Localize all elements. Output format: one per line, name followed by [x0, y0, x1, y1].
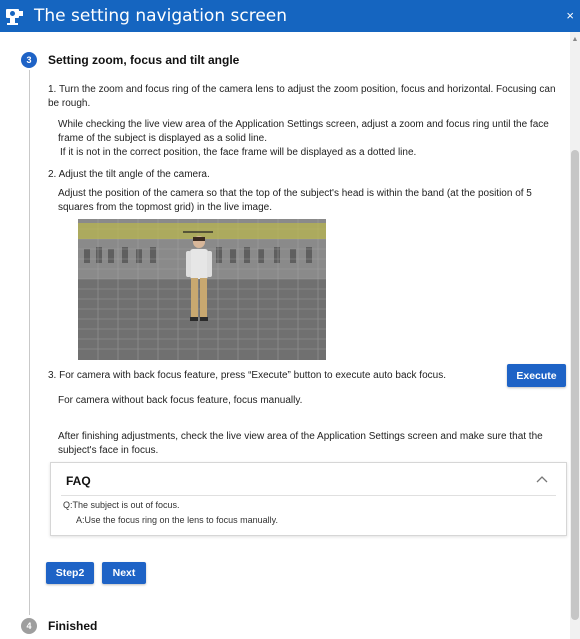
instruction-item-3-note: For camera without back focus feature, f…	[58, 395, 303, 406]
faq-answer: A:Use the focus ring on the lens to focu…	[76, 515, 278, 525]
step2-button[interactable]: Step2	[46, 562, 94, 584]
step-number-badge: 4	[21, 618, 37, 634]
close-icon[interactable]: ×	[566, 8, 574, 23]
head-position-band	[78, 223, 326, 239]
faq-question: Q:The subject is out of focus.	[63, 500, 180, 510]
next-button[interactable]: Next	[102, 562, 146, 584]
step-number-badge: 3	[21, 52, 37, 68]
scrollbar-thumb[interactable]	[571, 150, 579, 620]
instruction-item-2-note: Adjust the position of the camera so tha…	[58, 188, 532, 213]
faq-panel: FAQ Q:The subject is out of focus. A:Use…	[50, 462, 567, 536]
instruction-item-1-note: While checking the live view area of the…	[58, 119, 549, 144]
title-bar: The setting navigation screen ×	[0, 0, 580, 32]
live-view-image	[78, 219, 326, 360]
window-title: The setting navigation screen	[34, 6, 288, 26]
step-heading: Setting zoom, focus and tilt angle	[48, 53, 240, 67]
scroll-up-icon[interactable]: ▲	[571, 36, 579, 44]
instruction-item-3: 3. For camera with back focus feature, p…	[48, 370, 446, 381]
camera-gear-icon	[6, 9, 23, 25]
instruction-item-1: 1. Turn the zoom and focus ring of the c…	[48, 84, 556, 109]
step-rail	[29, 70, 30, 615]
step-heading: Finished	[48, 619, 98, 633]
camera-preview-svg	[78, 219, 326, 360]
chevron-up-icon[interactable]	[536, 475, 548, 483]
final-check-note: After finishing adjustments, check the l…	[58, 431, 543, 456]
faq-divider	[61, 495, 556, 496]
execute-button[interactable]: Execute	[507, 364, 566, 387]
faq-title: FAQ	[66, 474, 91, 488]
instruction-item-2: 2. Adjust the tilt angle of the camera.	[48, 169, 210, 180]
instruction-item-1-note-2: If it is not in the correct position, th…	[60, 147, 417, 158]
